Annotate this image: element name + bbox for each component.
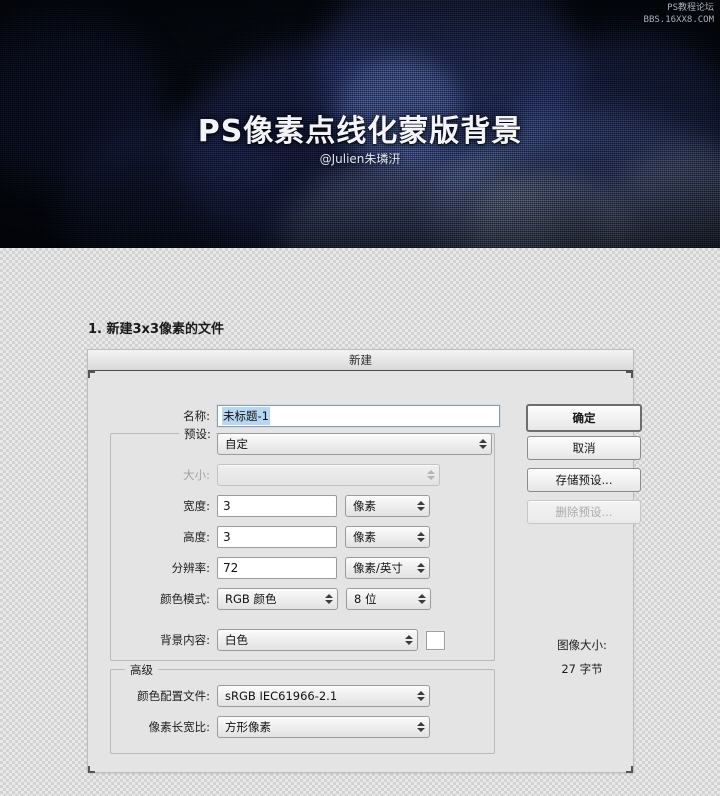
background-color-swatch[interactable] — [426, 630, 445, 650]
chevron-updown-icon — [426, 468, 435, 482]
size-label: 大小: — [183, 468, 210, 482]
hero-subtitle: @Julien朱璘汧 — [319, 152, 401, 166]
size-row: 大小: — [100, 464, 440, 486]
color-mode-value: RGB 颜色 — [225, 592, 277, 606]
height-row: 高度: 3 像素 — [100, 526, 430, 548]
width-input-value: 3 — [223, 499, 231, 513]
name-input[interactable]: 未标题-1 — [217, 405, 500, 427]
resolution-unit-select[interactable]: 像素/英寸 — [345, 557, 430, 579]
preset-row: 预设: 自定 — [100, 433, 500, 455]
crop-mark-top-right — [626, 371, 633, 378]
color-profile-select[interactable]: sRGB IEC61966-2.1 — [217, 685, 430, 707]
name-row: 名称: 未标题-1 — [100, 405, 500, 427]
dialog-title: 新建 — [349, 353, 372, 367]
hero-title: PS像素点线化蒙版背景 — [197, 114, 523, 149]
resolution-label: 分辨率: — [171, 561, 210, 575]
chevron-updown-icon — [416, 561, 425, 575]
color-profile-row: 颜色配置文件: sRGB IEC61966-2.1 — [100, 685, 430, 707]
advanced-groupbox: 高级 — [110, 662, 495, 754]
pixel-aspect-row: 像素长宽比: 方形像素 — [100, 716, 430, 738]
color-mode-row: 颜色模式: RGB 颜色 8 位 — [100, 588, 431, 610]
resolution-unit-value: 像素/英寸 — [353, 561, 403, 575]
watermark-line-1: PS教程论坛 — [667, 3, 714, 13]
color-mode-select[interactable]: RGB 颜色 — [217, 588, 338, 610]
chevron-updown-icon — [416, 689, 425, 703]
bit-depth-value: 8 位 — [354, 592, 377, 606]
height-unit-select[interactable]: 像素 — [345, 526, 430, 548]
save-preset-button[interactable]: 存储预设... — [527, 468, 641, 492]
hero-banner: PS像素点线化蒙版背景 @Julien朱璘汧 PS教程论坛 BBS.16XX8.… — [0, 0, 720, 248]
pixel-aspect-label: 像素长宽比: — [148, 720, 210, 734]
background-content-label: 背景内容: — [160, 633, 210, 647]
preset-select[interactable]: 自定 — [217, 433, 492, 455]
background-content-row: 背景内容: 白色 — [100, 629, 445, 651]
watermark-line-2: BBS.16XX8.COM — [643, 15, 714, 25]
pixel-aspect-value: 方形像素 — [225, 720, 271, 734]
bit-depth-select[interactable]: 8 位 — [346, 588, 431, 610]
color-mode-label: 颜色模式: — [160, 592, 210, 606]
new-document-dialog: 新建 名称: 未标题-1 预设: 预设: 自定 大小: — [88, 350, 642, 773]
chevron-updown-icon — [478, 437, 487, 451]
background-content-select[interactable]: 白色 — [217, 629, 418, 651]
width-row: 宽度: 3 像素 — [100, 495, 430, 517]
height-input[interactable]: 3 — [217, 526, 337, 548]
resolution-input[interactable]: 72 — [217, 557, 337, 579]
dialog-titlebar: 新建 — [88, 350, 633, 371]
crop-mark-bottom-right — [626, 766, 633, 773]
color-profile-value: sRGB IEC61966-2.1 — [225, 689, 338, 703]
step-heading: 1. 新建3x3像素的文件 — [88, 322, 224, 337]
image-size-label: 图像大小: — [557, 638, 607, 652]
width-unit-select[interactable]: 像素 — [345, 495, 430, 517]
preset-select-value: 自定 — [225, 437, 248, 451]
resolution-input-value: 72 — [223, 561, 239, 575]
chevron-updown-icon — [404, 633, 413, 647]
width-unit-value: 像素 — [353, 499, 376, 513]
dialog-body: 名称: 未标题-1 预设: 预设: 自定 大小: 宽度 — [88, 371, 642, 773]
height-unit-value: 像素 — [353, 530, 376, 544]
name-input-value: 未标题-1 — [222, 407, 270, 425]
color-profile-label: 颜色配置文件: — [137, 689, 210, 703]
width-input[interactable]: 3 — [217, 495, 337, 517]
height-input-value: 3 — [223, 530, 231, 544]
site-watermark: PS教程论坛 BBS.16XX8.COM — [644, 2, 714, 26]
chevron-updown-icon — [324, 592, 333, 606]
resolution-row: 分辨率: 72 像素/英寸 — [100, 557, 430, 579]
advanced-label: 高级 — [125, 662, 158, 678]
height-label: 高度: — [183, 530, 210, 544]
chevron-updown-icon — [417, 592, 426, 606]
crop-mark-top-left — [88, 371, 95, 378]
cancel-button[interactable]: 取消 — [527, 436, 641, 460]
image-size-value: 27 字节 — [561, 662, 603, 676]
crop-mark-bottom-left — [88, 766, 95, 773]
width-label: 宽度: — [183, 499, 210, 513]
size-select — [217, 464, 440, 486]
chevron-updown-icon — [416, 499, 425, 513]
ok-button[interactable]: 确定 — [526, 404, 642, 432]
name-label: 名称: — [183, 409, 210, 423]
delete-preset-button: 删除预设... — [527, 500, 641, 524]
chevron-updown-icon — [416, 720, 425, 734]
chevron-updown-icon — [416, 530, 425, 544]
background-content-value: 白色 — [225, 633, 248, 647]
pixel-aspect-select[interactable]: 方形像素 — [217, 716, 430, 738]
